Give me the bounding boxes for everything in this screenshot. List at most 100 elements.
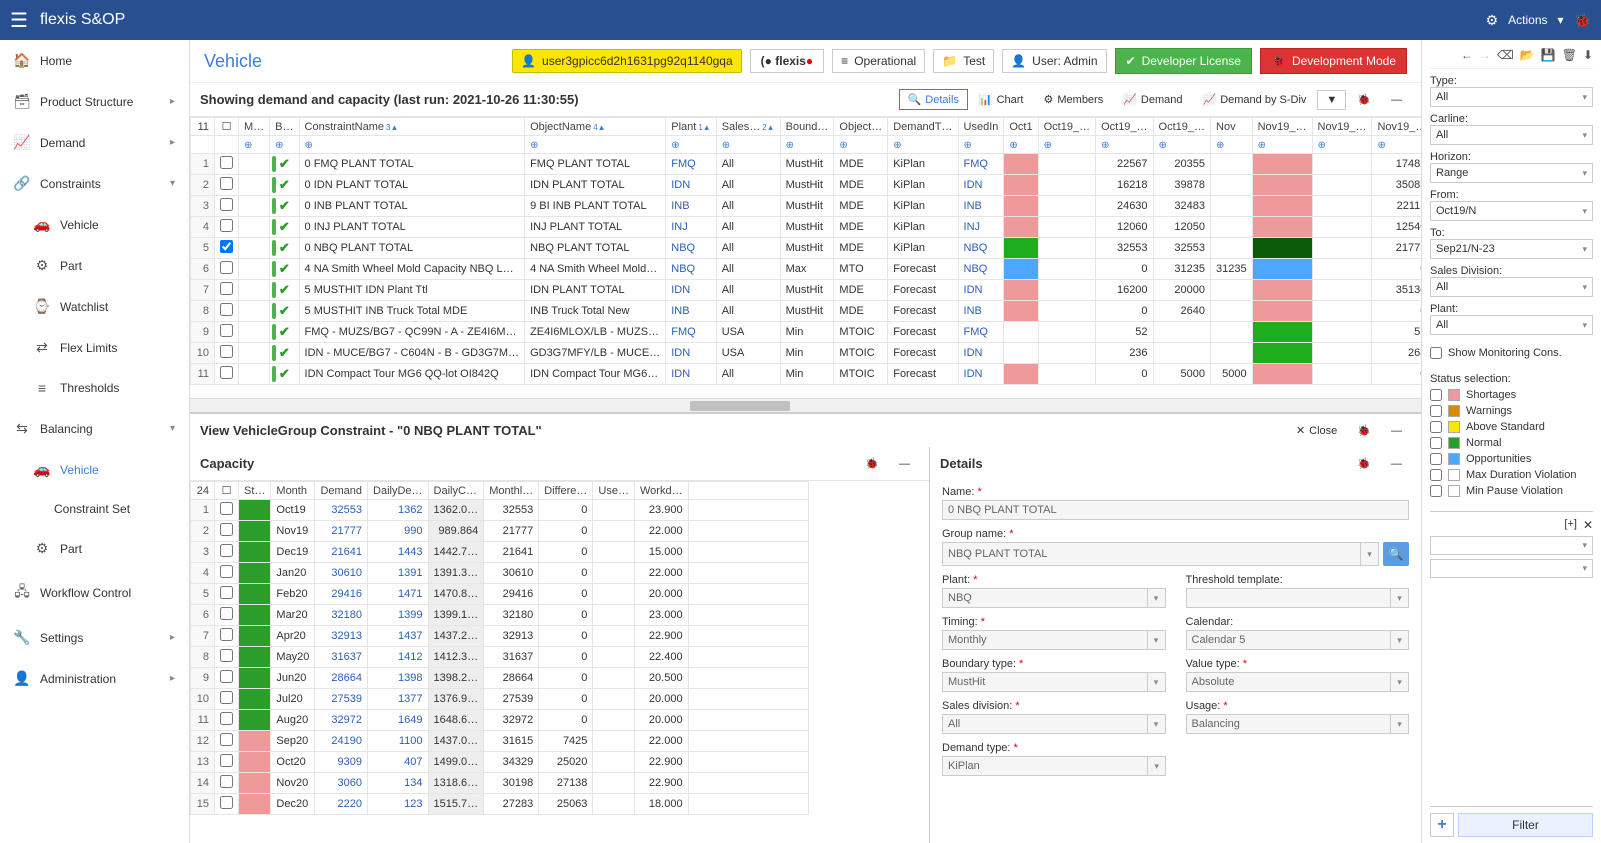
show-monitoring-check[interactable]: Show Monitoring Cons. (1430, 347, 1593, 359)
table-row[interactable]: 2Nov1921777990989.86421777022.000 (191, 521, 809, 542)
table-row[interactable]: 11Aug203297216491648.6…32972020.000 (191, 710, 809, 731)
demandtype-input[interactable] (942, 756, 1148, 776)
boundary-input[interactable] (942, 672, 1148, 692)
table-row[interactable]: 10Jul202753913771376.9…27539020.000 (191, 689, 809, 710)
salesdiv-select[interactable]: All▾ (1430, 277, 1593, 297)
from-select[interactable]: Oct19/N▾ (1430, 201, 1593, 221)
caret-icon[interactable]: ▾ (1148, 714, 1166, 734)
nav-constraints-vehicle[interactable]: 🚗Vehicle (0, 204, 189, 245)
details-tab[interactable]: 🔍Details (899, 89, 968, 110)
nav-thresholds[interactable]: ≡Thresholds (0, 368, 189, 408)
nav-balancing[interactable]: ⇆Balancing▾ (0, 408, 189, 449)
table-row[interactable]: 9Jun202866413981398.2…28664020.500 (191, 668, 809, 689)
status-check[interactable]: Normal (1430, 437, 1593, 449)
table-row[interactable]: 14Nov2030601341318.6…301982713822.900 (191, 773, 809, 794)
add-brackets-icon[interactable]: [+] (1564, 518, 1577, 532)
nav-constraints[interactable]: 🔗Constraints▾ (0, 163, 189, 204)
horizontal-scrollbar[interactable] (190, 398, 1421, 412)
test-select[interactable]: 📁Test (933, 49, 994, 73)
salesdiv-input[interactable] (942, 714, 1148, 734)
caret-icon[interactable]: ▾ (1148, 588, 1166, 608)
status-check[interactable]: Min Pause Violation (1430, 485, 1593, 497)
table-row[interactable]: 9✔FMQ - MUZS/BG7 - QC99N - A - ZE4I6M…ZE… (191, 322, 1422, 343)
caret-icon[interactable]: ▾ (1391, 714, 1409, 734)
bug-icon[interactable]: 🐞 (856, 453, 888, 474)
to-select[interactable]: Sep21/N-23▾ (1430, 239, 1593, 259)
save-icon[interactable]: 💾 (1541, 48, 1556, 62)
table-row[interactable]: 8May203163714121412.3…31637022.400 (191, 647, 809, 668)
table-row[interactable]: 4✔0 INJ PLANT TOTALINJ PLANT TOTALINJAll… (191, 217, 1422, 238)
status-check[interactable]: Opportunities (1430, 453, 1593, 465)
group-input[interactable] (942, 542, 1361, 566)
add-filter-button[interactable]: + (1430, 813, 1454, 837)
user-select[interactable]: 👤User: Admin (1002, 49, 1106, 73)
actions-menu[interactable]: Actions (1508, 13, 1547, 27)
plant-select[interactable]: All▾ (1430, 315, 1593, 335)
valuetype-input[interactable] (1186, 672, 1392, 692)
collapse-icon[interactable]: — (1382, 90, 1411, 110)
calendar-input[interactable] (1186, 630, 1392, 650)
table-row[interactable]: 7✔5 MUSTHIT IDN Plant TtlIDN PLANT TOTAL… (191, 280, 1422, 301)
caret-icon[interactable]: ▾ (1391, 588, 1409, 608)
table-row[interactable]: 8✔5 MUSTHIT INB Truck Total MDEINB Truck… (191, 301, 1422, 322)
caret-icon[interactable]: ▾ (1148, 630, 1166, 650)
bug-icon[interactable]: 🐞 (1348, 453, 1380, 474)
constraints-grid[interactable]: 11☐M…B…ConstraintName3▲ObjectName4▲Plant… (190, 116, 1421, 398)
timing-input[interactable] (942, 630, 1148, 650)
nav-home[interactable]: 🏠Home (0, 40, 189, 81)
table-row[interactable]: 3Dec192164114431442.7…21641015.000 (191, 542, 809, 563)
caret-icon[interactable]: ▾ (1148, 672, 1166, 692)
usage-input[interactable] (1186, 714, 1392, 734)
gear-icon[interactable]: ⚙ (1486, 12, 1499, 29)
table-row[interactable]: 1✔0 FMQ PLANT TOTALFMQ PLANT TOTALFMQAll… (191, 154, 1422, 175)
chart-tab[interactable]: 📊Chart (970, 89, 1033, 110)
carline-select[interactable]: All▾ (1430, 125, 1593, 145)
nav-product-structure[interactable]: 🗃Product Structure▸ (0, 81, 189, 122)
pin-icon[interactable]: ⬇ (1583, 48, 1593, 62)
search-button[interactable]: 🔍 (1383, 542, 1409, 566)
back-icon[interactable]: ← (1461, 48, 1473, 62)
table-row[interactable]: 2✔0 IDN PLANT TOTALIDN PLANT TOTALIDNAll… (191, 175, 1422, 196)
collapse-icon[interactable]: — (1382, 421, 1411, 441)
filter-button[interactable]: Filter (1458, 813, 1593, 837)
horizon-select[interactable]: Range▾ (1430, 163, 1593, 183)
hamburger-icon[interactable]: ☰ (10, 8, 28, 33)
nav-constraint-set[interactable]: Constraint Set (0, 490, 189, 528)
collapse-icon[interactable]: — (1382, 454, 1411, 474)
status-check[interactable]: Max Duration Violation (1430, 469, 1593, 481)
capacity-grid[interactable]: 24☐St…MonthDemandDailyDe…DailyC…Monthl…D… (190, 480, 929, 843)
status-check[interactable]: Warnings (1430, 405, 1593, 417)
nav-balancing-vehicle[interactable]: 🚗Vehicle (0, 449, 189, 490)
forward-icon[interactable]: → (1479, 48, 1491, 62)
nav-constraints-part[interactable]: ⚙Part (0, 245, 189, 286)
table-row[interactable]: 5Feb202941614711470.8…29416020.000 (191, 584, 809, 605)
table-row[interactable]: 10✔IDN - MUCE/BG7 - C604N - B - GD3G7M…G… (191, 343, 1422, 364)
nav-admin[interactable]: 👤Administration▸ (0, 658, 189, 699)
close-icon[interactable]: ✕ (1583, 518, 1593, 532)
dev-license-button[interactable]: ✔Developer License (1115, 48, 1252, 74)
collapse-icon[interactable]: — (890, 454, 919, 474)
plant-input[interactable] (942, 588, 1148, 608)
table-row[interactable]: 5✔0 NBQ PLANT TOTALNBQ PLANT TOTALNBQAll… (191, 238, 1422, 259)
table-row[interactable]: 13Oct2093094071499.0…343292502022.900 (191, 752, 809, 773)
nav-settings[interactable]: 🔧Settings▸ (0, 617, 189, 658)
caret-icon[interactable]: ▾ (1391, 672, 1409, 692)
table-row[interactable]: 6Mar203218013991399.1…32180023.000 (191, 605, 809, 626)
table-row[interactable]: 15Dec2022201231515.7…272832506318.000 (191, 794, 809, 815)
name-input[interactable] (942, 500, 1409, 520)
table-row[interactable]: 1Oct193255313621362.0…32553023.900 (191, 500, 809, 521)
operational-select[interactable]: ≡Operational (832, 49, 925, 73)
bug-icon[interactable]: 🐞 (1348, 89, 1380, 110)
caret-icon[interactable]: ▾ (1148, 756, 1166, 776)
table-row[interactable]: 4Jan203061013911391.3…30610022.000 (191, 563, 809, 584)
nav-watchlist[interactable]: ⌚Watchlist (0, 286, 189, 327)
bug-icon[interactable]: 🐞 (1348, 420, 1380, 441)
open-icon[interactable]: 📂 (1520, 48, 1535, 62)
demand-tab[interactable]: 📈Demand (1114, 89, 1191, 110)
members-tab[interactable]: ⚙Members (1035, 89, 1113, 110)
threshold-input[interactable] (1186, 588, 1392, 608)
table-row[interactable]: 7Apr203291314371437.2…32913022.900 (191, 626, 809, 647)
extra-select-1[interactable]: ▾ (1430, 536, 1593, 555)
nav-demand[interactable]: 📈Demand▸ (0, 122, 189, 163)
status-check[interactable]: Shortages (1430, 389, 1593, 401)
